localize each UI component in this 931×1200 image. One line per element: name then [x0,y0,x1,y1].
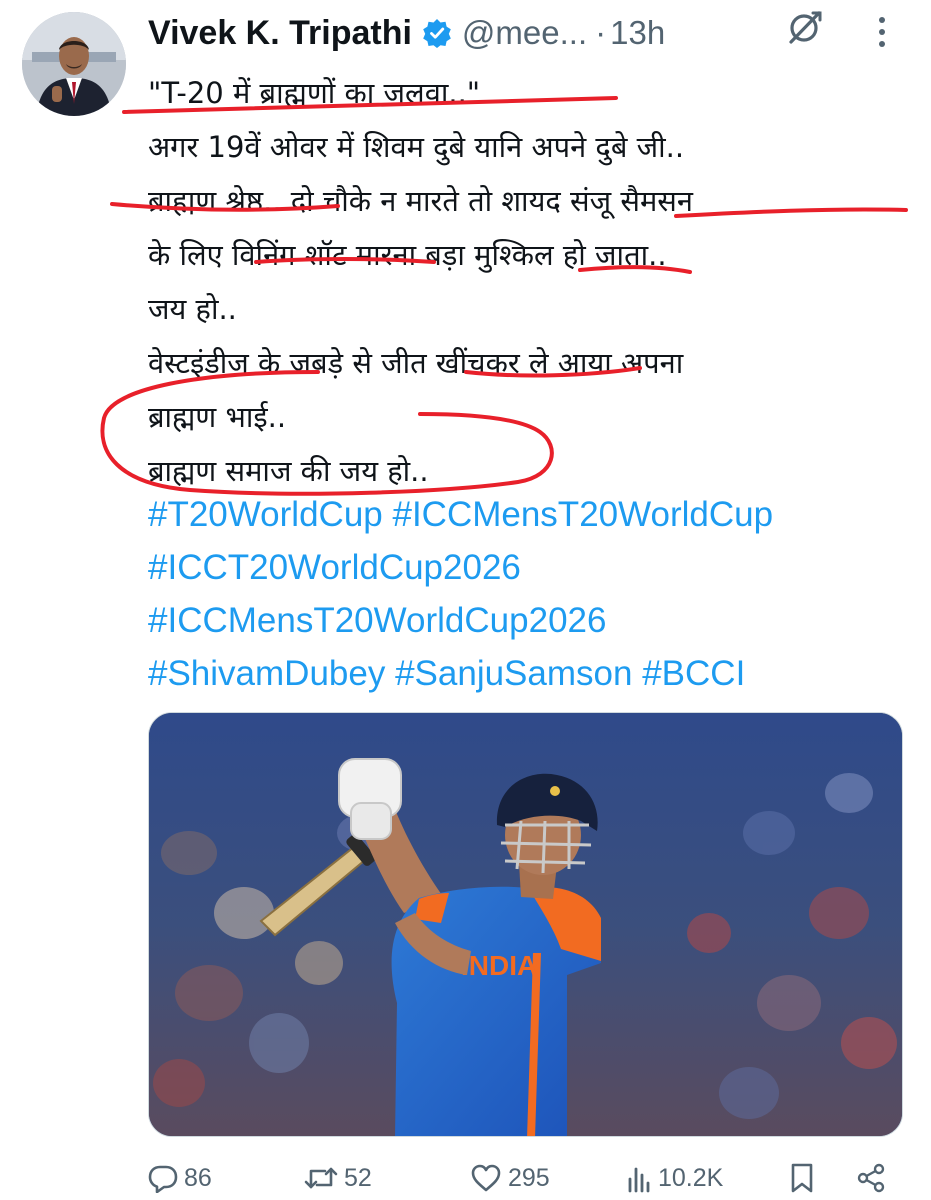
author-handle[interactable]: @mee... [462,14,587,52]
views-button[interactable]: 10.2K [626,1156,723,1200]
repost-count: 52 [344,1163,372,1192]
share-button[interactable] [856,1156,886,1200]
hashtag-shivamdubey[interactable]: #ShivamDubey [148,654,385,693]
repost-icon [304,1163,338,1193]
tweet-line-3: ब्राह्मण श्रेष्ठ.. दो चौके न मारते तो शा… [148,184,693,218]
tweet-timestamp[interactable]: 13h [610,14,665,52]
tweet-line-1: "T-20 में ब्राह्मणों का जलवा.." [148,76,481,110]
author-name[interactable]: Vivek K. Tripathi [148,14,412,53]
tweet-line-6: वेस्टइंडीज के जबड़े से जीत खींचकर ले आया… [148,346,684,380]
hashtag-iccmenst20worldcup2026[interactable]: #ICCMensT20WorldCup2026 [148,601,606,640]
verified-badge-icon [422,18,452,48]
hashtag-iccmenst20worldcup[interactable]: #ICCMensT20WorldCup [392,495,773,534]
reply-button[interactable]: 86 [148,1156,212,1200]
views-icon [626,1163,652,1193]
header-separator: · [595,14,607,51]
tweet-line-2: अगर 19वें ओवर में शिवम दुबे यानि अपने दु… [148,130,685,164]
like-button[interactable]: 295 [470,1156,550,1200]
tweet-action-bar: 86 52 295 10.2K [148,1156,908,1200]
jersey-text: INDIA [461,950,537,981]
heart-icon [470,1163,502,1193]
repost-button[interactable]: 52 [304,1156,372,1200]
hashtag-bcci[interactable]: #BCCI [642,654,745,693]
share-icon [856,1163,886,1193]
reply-icon [148,1163,178,1193]
views-count: 10.2K [658,1163,724,1192]
hashtag-t20worldcup[interactable]: #T20WorldCup [148,495,383,534]
tweet-line-4: के लिए विनिंग शॉट मारना बड़ा मुश्किल हो … [148,238,667,272]
like-count: 295 [508,1163,550,1192]
grok-icon[interactable] [787,9,823,45]
more-options-icon[interactable] [872,14,892,50]
bookmark-icon [788,1162,816,1194]
tweet-line-5: जय हो.. [148,292,237,326]
tweet-media-image[interactable]: INDIA [148,712,903,1137]
tweet-line-7: ब्राह्मण भाई.. [148,400,287,434]
hashtag-icct20worldcup2026[interactable]: #ICCT20WorldCup2026 [148,548,521,587]
author-avatar[interactable] [22,12,126,116]
tweet-hashtags: #T20WorldCup #ICCMensT20WorldCup #ICCT20… [148,488,918,700]
reply-count: 86 [184,1163,212,1192]
tweet-text: "T-20 में ब्राह्मणों का जलवा.." अगर 19वे… [148,66,918,498]
hashtag-sanjusamson[interactable]: #SanjuSamson [395,654,632,693]
bookmark-button[interactable] [788,1156,816,1200]
